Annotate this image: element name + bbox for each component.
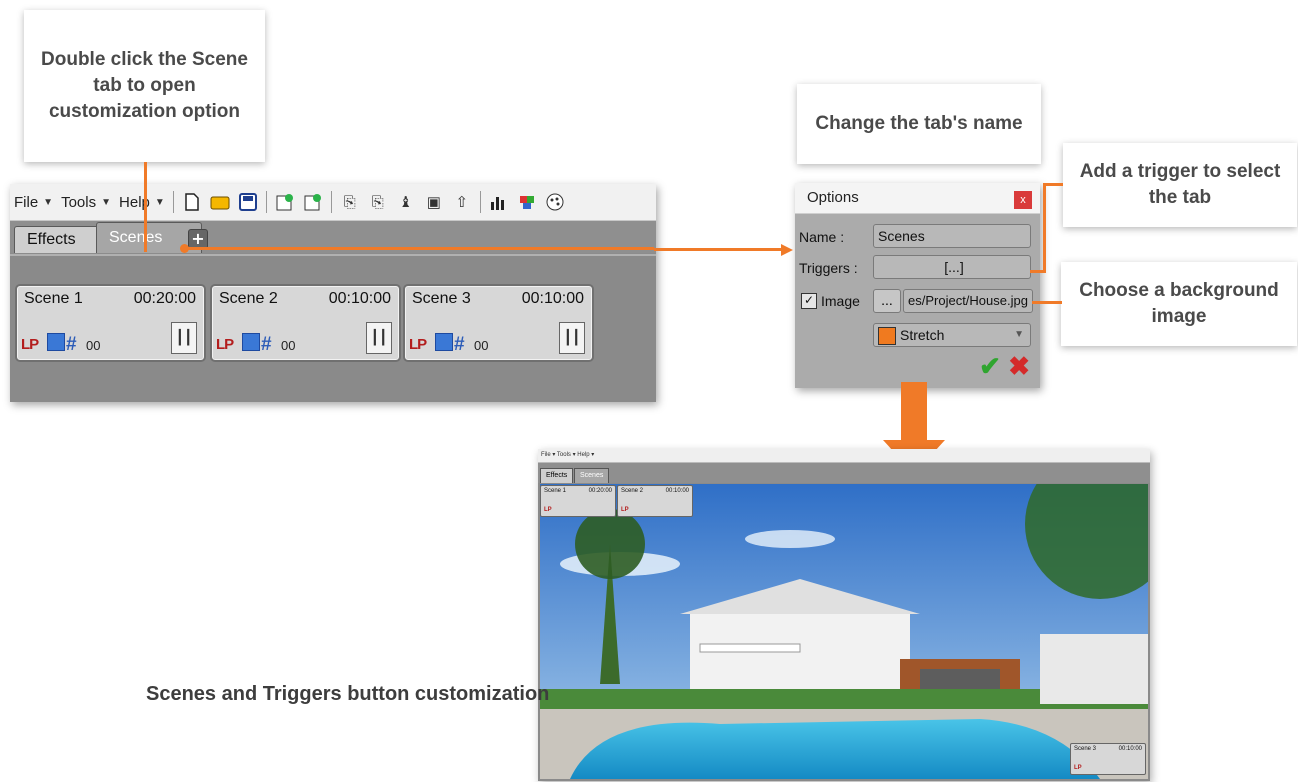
hash-icon: # <box>66 334 77 355</box>
palette-icon[interactable] <box>544 192 566 212</box>
chevron-down-icon: ▼ <box>1014 329 1024 340</box>
rotate-icon[interactable]: ⎘ <box>339 192 361 212</box>
app-window: File ▼ Tools ▼ Help ▼ ⎘ ⎘ ♝ ▣ ⇧ Effects Sce… <box>10 184 656 402</box>
options-dialog: Options x Name : Scenes Triggers : [...]… <box>795 183 1040 388</box>
scene-card[interactable]: Scene 3 00:10:00 LP # 00 ┃┃ <box>403 284 594 362</box>
import-icon[interactable] <box>274 192 296 212</box>
preview-scene-card[interactable]: Scene 1 00:20:00 LP <box>540 485 616 517</box>
connector-line <box>1032 301 1062 304</box>
close-icon[interactable]: x <box>1014 191 1032 209</box>
up-arrow-icon[interactable]: ⇧ <box>451 192 473 212</box>
preview-window: File ▾ Tools ▾ Help ▾ Effects Scenes Sce… <box>538 449 1150 781</box>
connector-line <box>186 247 654 250</box>
preview-scene-card[interactable]: Scene 3 00:10:00 LP <box>1070 743 1146 775</box>
image-path-field[interactable]: es/Project/House.jpg <box>903 289 1033 313</box>
chevron-down-icon: ▼ <box>101 196 112 208</box>
export-icon[interactable] <box>302 192 324 212</box>
arrow-icon <box>781 244 793 256</box>
down-arrow-shaft <box>901 382 927 440</box>
ok-icon[interactable]: ✔ <box>979 351 1001 381</box>
triggers-button[interactable]: [...] <box>873 255 1031 279</box>
color-square-icon <box>435 333 453 351</box>
connector-line <box>144 162 147 252</box>
callout-add-trigger: Add a trigger to select the tab <box>1063 143 1297 227</box>
menu-help[interactable]: Help ▼ <box>115 194 169 211</box>
add-tab-button[interactable]: + <box>188 229 208 249</box>
cancel-icon[interactable]: ✖ <box>1008 351 1030 381</box>
image-icon[interactable]: ▣ <box>423 192 445 212</box>
chevron-down-icon: ▼ <box>43 196 54 208</box>
menu-tools[interactable]: Tools ▼ <box>57 194 115 211</box>
new-file-icon[interactable] <box>181 192 203 212</box>
menu-file[interactable]: File ▼ <box>10 194 57 211</box>
flip-icon[interactable]: ⎘ <box>367 192 389 212</box>
lp-icon: LP <box>21 336 39 353</box>
preview-tab-effects[interactable]: Effects <box>540 468 574 483</box>
scenes-panel: Scene 1 00:20:00 LP # 00 ┃┃ Scene 2 00:1… <box>10 254 656 402</box>
scene-count: 00 <box>474 338 489 353</box>
scene-time: 00:10:00 <box>328 290 391 307</box>
scene-count: 00 <box>86 338 101 353</box>
toolbar-divider <box>172 191 174 213</box>
toolbar-divider <box>479 191 481 213</box>
dialog-titlebar: Options x <box>795 183 1040 214</box>
caption: Scenes and Triggers button customization <box>146 683 550 705</box>
connector-line <box>1043 183 1063 186</box>
name-label: Name : <box>799 229 845 245</box>
preview-toolbar: File ▾ Tools ▾ Help ▾ <box>538 449 1150 463</box>
scene-card[interactable]: Scene 1 00:20:00 LP # 00 ┃┃ <box>15 284 206 362</box>
scene-name: Scene 1 <box>24 290 83 307</box>
toolbar-divider <box>265 191 267 213</box>
fader-icon[interactable]: ┃┃ <box>366 322 392 354</box>
tab-effects[interactable]: Effects <box>14 226 100 253</box>
color-swatch <box>878 327 896 346</box>
fader-icon[interactable]: ┃┃ <box>171 322 197 354</box>
connector-line <box>654 248 784 251</box>
hash-icon: # <box>261 334 272 355</box>
color-square-icon <box>242 333 260 351</box>
name-field[interactable]: Scenes <box>873 224 1031 248</box>
image-mode-select[interactable]: Stretch ▼ <box>873 323 1031 347</box>
image-checkbox[interactable]: ✓ <box>801 293 817 309</box>
image-label: Image <box>821 293 860 309</box>
connector-line <box>1043 183 1046 273</box>
browse-button[interactable]: ... <box>873 289 901 313</box>
scene-card[interactable]: Scene 2 00:10:00 LP # 00 ┃┃ <box>210 284 401 362</box>
preview-scene-card[interactable]: Scene 2 00:10:00 LP <box>617 485 693 517</box>
save-icon[interactable] <box>237 192 259 212</box>
callout-choose-image: Choose a background image <box>1061 262 1297 346</box>
toolbar-divider <box>330 191 332 213</box>
scene-name: Scene 2 <box>219 290 278 307</box>
scene-time: 00:20:00 <box>133 290 196 307</box>
fader-icon[interactable]: ┃┃ <box>559 322 585 354</box>
dialog-title: Options <box>807 189 859 206</box>
dialog-actions: ✔ ✖ <box>979 351 1030 382</box>
fixture-icon[interactable]: ♝ <box>395 192 417 212</box>
preview-tab-bar: Effects Scenes <box>538 463 1150 483</box>
scene-time: 00:10:00 <box>521 290 584 307</box>
hash-icon: # <box>454 334 465 355</box>
callout-change-name: Change the tab's name <box>797 84 1041 164</box>
callout-double-click: Double click the Scene tab to open custo… <box>24 10 265 162</box>
preview-tab-scenes[interactable]: Scenes <box>574 468 610 483</box>
lp-icon: LP <box>409 336 427 353</box>
chart-icon[interactable] <box>488 192 510 212</box>
chevron-down-icon: ▼ <box>154 196 165 208</box>
triggers-label: Triggers : <box>799 260 858 276</box>
lp-icon: LP <box>216 336 234 353</box>
cube-icon[interactable] <box>516 192 538 212</box>
background-image: Scene 1 00:20:00 LP Scene 2 00:10:00 LP … <box>540 484 1148 779</box>
scene-name: Scene 3 <box>412 290 471 307</box>
color-square-icon <box>47 333 65 351</box>
toolbar: File ▼ Tools ▼ Help ▼ ⎘ ⎘ ♝ ▣ ⇧ <box>10 184 656 221</box>
connector-line <box>1030 270 1046 273</box>
scene-count: 00 <box>281 338 296 353</box>
open-folder-icon[interactable] <box>209 192 231 212</box>
